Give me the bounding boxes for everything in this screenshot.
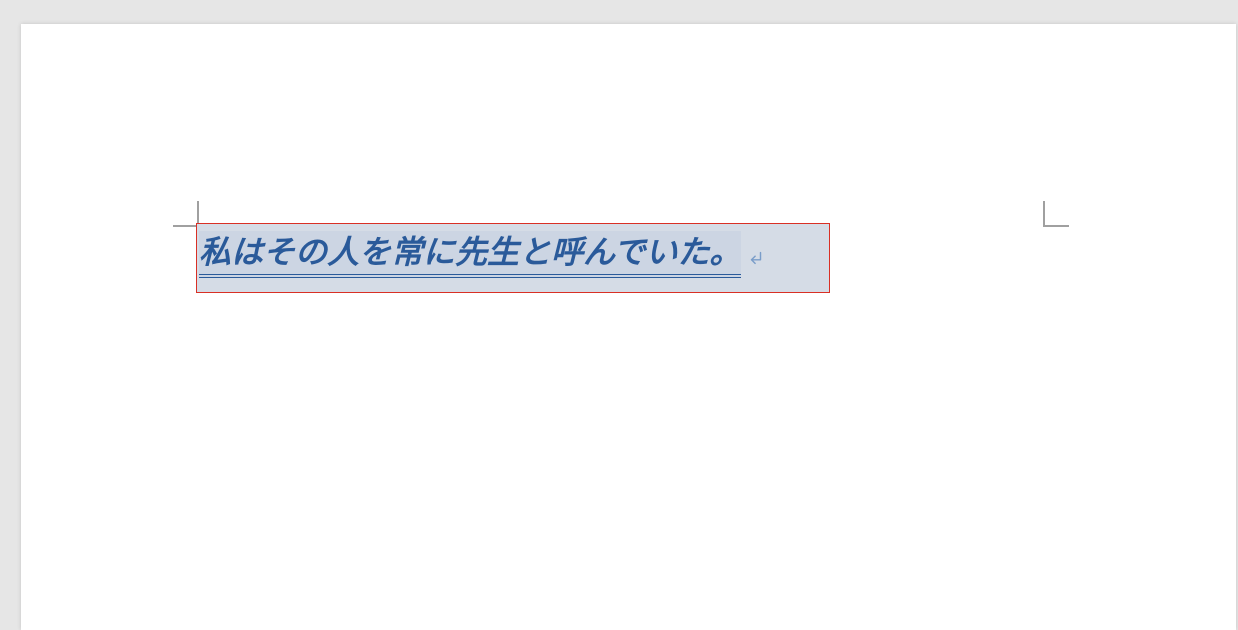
document-page[interactable]: 私はその人を常に先生と呼んでいた。 — [21, 24, 1236, 630]
document-text-selected[interactable]: 私はその人を常に先生と呼んでいた。 — [199, 231, 741, 278]
paragraph-mark-icon — [747, 247, 765, 273]
margin-corner-top-right — [1043, 201, 1069, 227]
selected-text-box[interactable]: 私はその人を常に先生と呼んでいた。 — [196, 223, 830, 293]
text-line-wrapper: 私はその人を常に先生と呼んでいた。 — [199, 231, 825, 278]
